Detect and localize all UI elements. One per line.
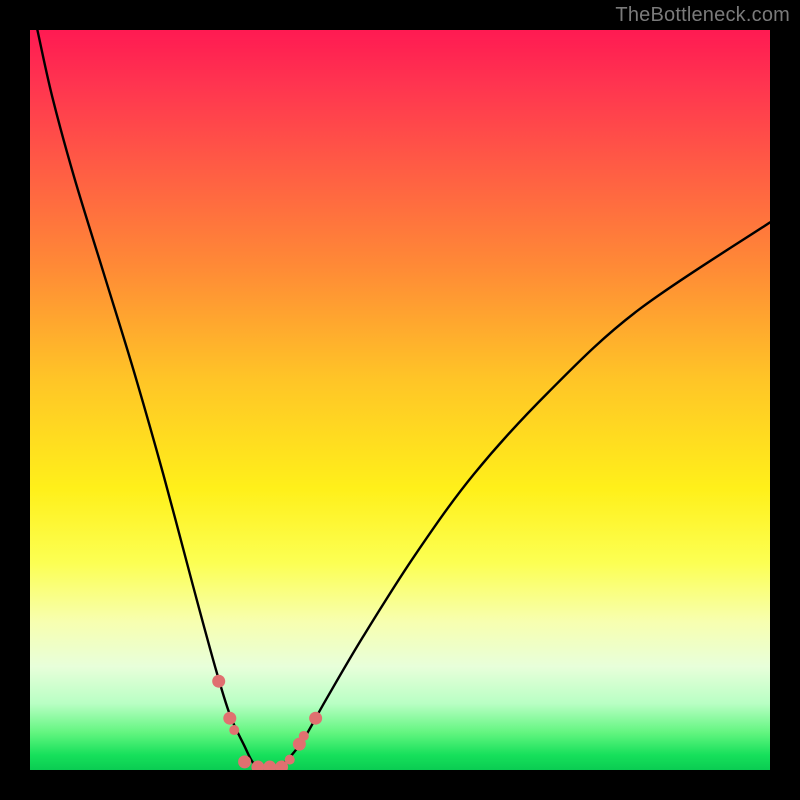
highlight-markers: [212, 675, 322, 770]
plot-area: [30, 30, 770, 770]
marker-dot: [285, 755, 295, 765]
marker-dot: [238, 755, 251, 768]
watermark-text: TheBottleneck.com: [615, 4, 790, 27]
marker-dot: [212, 675, 225, 688]
chart-frame: TheBottleneck.com: [0, 0, 800, 800]
marker-dot: [309, 712, 322, 725]
chart-svg: [30, 30, 770, 770]
marker-dot: [223, 712, 236, 725]
marker-dot: [299, 731, 309, 741]
bottleneck-curve: [37, 30, 770, 768]
marker-dot: [263, 761, 276, 770]
marker-dot: [229, 725, 239, 735]
